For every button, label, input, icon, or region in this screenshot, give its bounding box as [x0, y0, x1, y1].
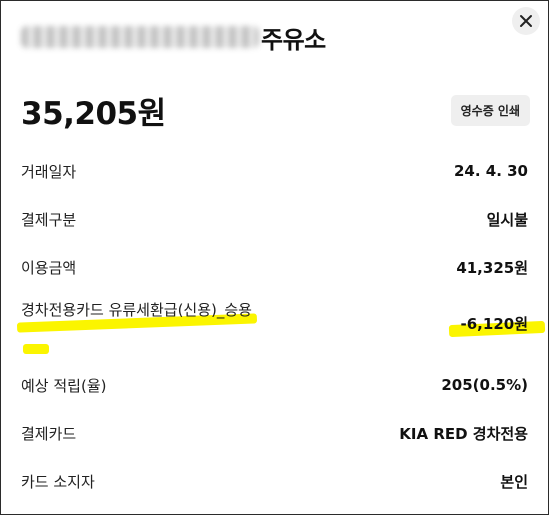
blurred-merchant-name	[21, 26, 259, 48]
detail-label: 이용금액	[21, 258, 77, 277]
detail-row-date: 거래일자 24. 4. 30	[21, 147, 528, 195]
close-icon	[520, 15, 532, 27]
merchant-title: 주유소	[21, 19, 326, 55]
close-button[interactable]	[512, 7, 540, 35]
detail-row-expected-points: 예상 적립(율) 205(0.5%)	[21, 361, 528, 409]
detail-value: 24. 4. 30	[453, 162, 528, 180]
merchant-name-suffix: 주유소	[261, 25, 326, 54]
amount-row: 35,205원 영수증 인쇄	[21, 87, 530, 133]
highlight-mark	[23, 344, 49, 354]
detail-value: 205(0.5%)	[441, 376, 528, 394]
detail-label: 경차전용카드 유류세환급(신용)_승용	[21, 301, 252, 319]
total-amount: 35,205원	[21, 95, 166, 132]
detail-label: 거래일자	[21, 162, 77, 181]
detail-row-fuel-tax-refund: 경차전용카드 유류세환급(신용)_승용 -6,120원	[16, 291, 546, 361]
detail-row-cardholder: 카드 소지자 본인	[21, 457, 528, 505]
detail-value: KIA RED 경차전용	[399, 424, 528, 443]
receipt-dialog: 주유소 35,205원 영수증 인쇄 거래일자 24. 4. 30 결제구분 일…	[0, 0, 549, 515]
detail-label: 결제구분	[21, 210, 77, 229]
print-receipt-button[interactable]: 영수증 인쇄	[450, 94, 530, 126]
detail-value: 본인	[500, 472, 528, 491]
detail-value: 41,325원	[456, 258, 528, 277]
detail-label: 카드 소지자	[21, 472, 95, 491]
detail-row-card: 결제카드 KIA RED 경차전용	[21, 409, 528, 457]
detail-label: 결제카드	[21, 424, 77, 443]
detail-value: -6,120원	[460, 315, 528, 333]
detail-row-payment-type: 결제구분 일시불	[21, 195, 528, 243]
detail-label: 예상 적립(율)	[21, 376, 107, 395]
detail-value: 일시불	[486, 210, 528, 229]
detail-row-usage-amount: 이용금액 41,325원	[21, 243, 528, 291]
detail-list: 거래일자 24. 4. 30 결제구분 일시불 이용금액 41,325원 경차전…	[16, 147, 546, 505]
